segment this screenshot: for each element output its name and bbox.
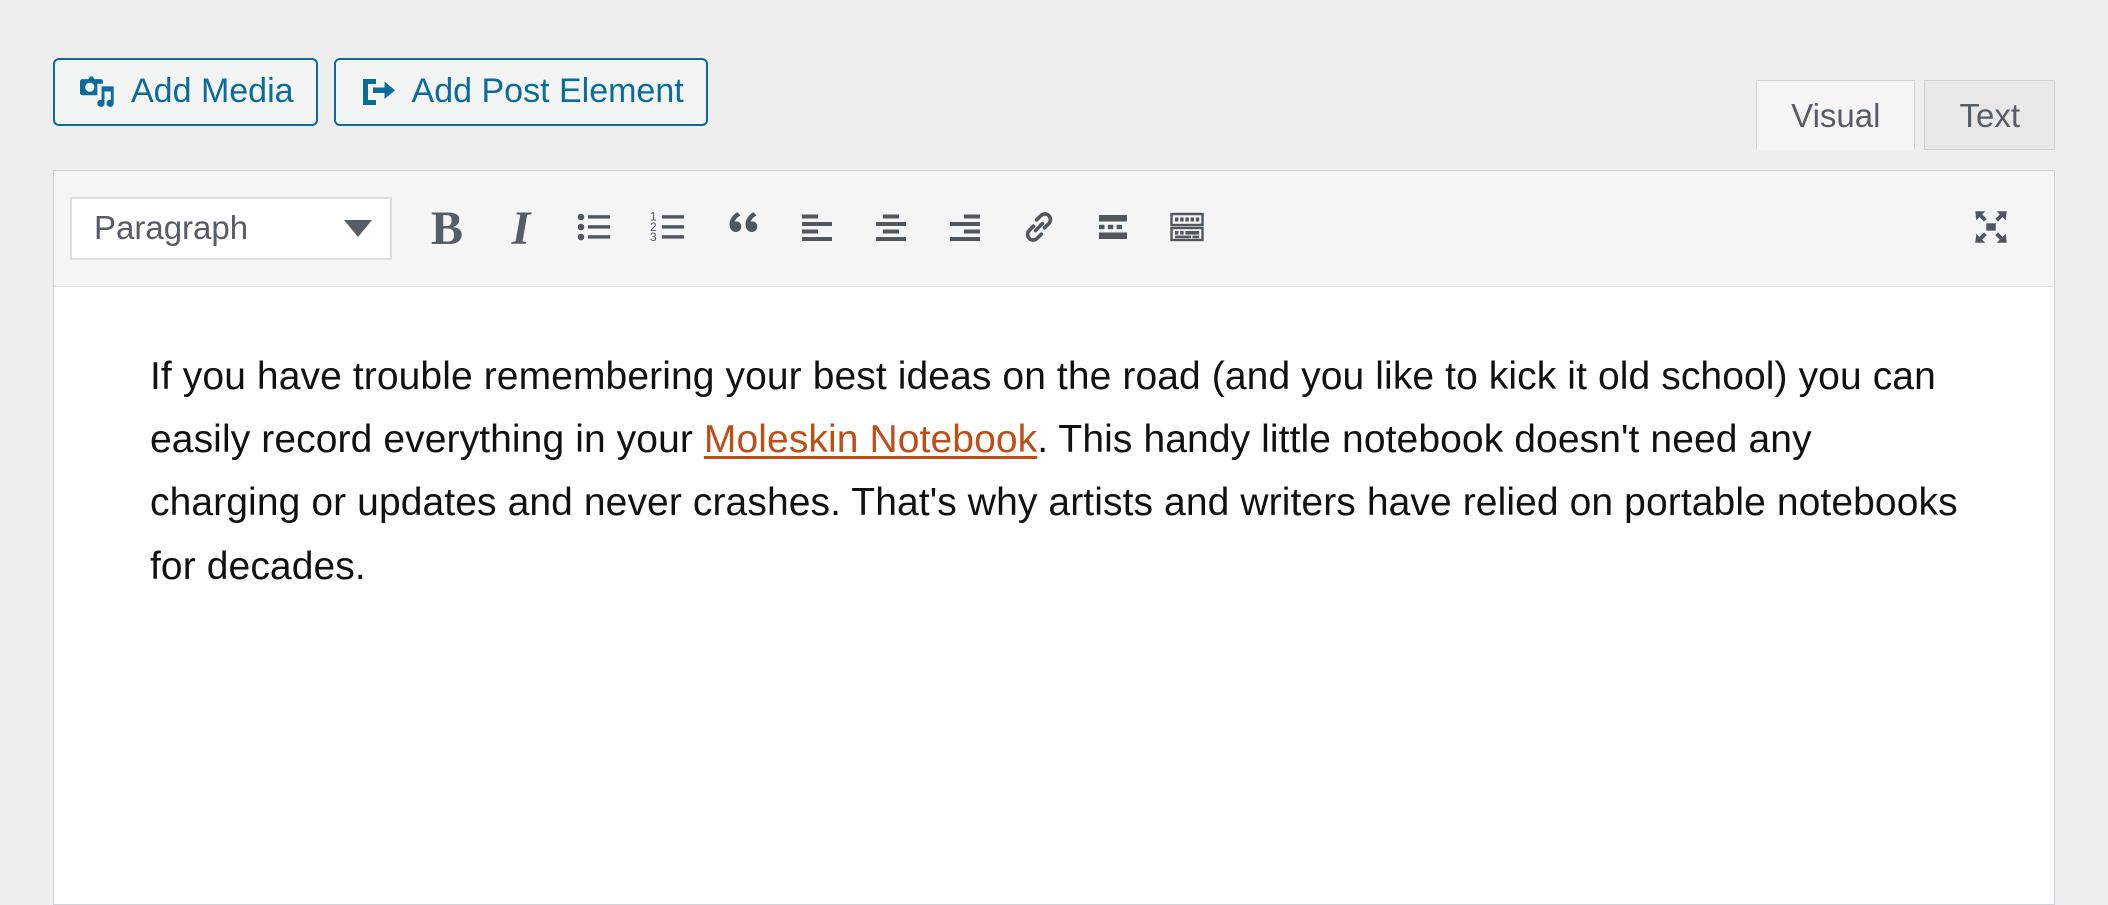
toolbar-buttons: Paragraph B I 1 2 3 <box>70 192 1224 266</box>
italic-button[interactable]: I <box>484 192 558 266</box>
camera-music-media-icon <box>77 72 117 112</box>
chevron-down-icon <box>344 220 372 237</box>
editor-toolbar: Paragraph B I 1 2 3 <box>54 171 2054 287</box>
keyboard-shortcuts-button[interactable] <box>1150 192 1224 266</box>
moleskin-notebook-link[interactable]: Moleskin Notebook <box>704 418 1037 461</box>
tab-text[interactable]: Text <box>1924 80 2055 151</box>
editor-mode-tabs: Visual Text <box>1756 80 2055 151</box>
blockquote-button[interactable] <box>706 192 780 266</box>
align-right-icon <box>945 207 985 250</box>
distraction-free-button[interactable] <box>1954 192 2028 266</box>
add-media-button[interactable]: Add Media <box>53 58 318 126</box>
bulleted-list-icon <box>575 207 615 250</box>
align-center-icon <box>871 207 911 250</box>
add-post-element-button[interactable]: Add Post Element <box>333 58 708 126</box>
bold-button[interactable]: B <box>410 192 484 266</box>
wordpress-classic-editor: Add Media Add Post Element Visual Text P… <box>0 0 2108 905</box>
add-media-label: Add Media <box>131 72 294 110</box>
add-post-element-label: Add Post Element <box>411 72 684 110</box>
numbered-list-button[interactable]: 1 2 3 <box>632 192 706 266</box>
bold-icon: B <box>430 202 463 255</box>
numbered-list-icon: 1 2 3 <box>649 207 689 250</box>
align-center-button[interactable] <box>854 192 928 266</box>
insert-link-button[interactable] <box>1002 192 1076 266</box>
insert-read-more-button[interactable] <box>1076 192 1150 266</box>
read-more-icon <box>1093 207 1133 250</box>
svg-text:3: 3 <box>650 230 657 244</box>
bulleted-list-button[interactable] <box>558 192 632 266</box>
link-icon <box>1019 207 1059 250</box>
editor-container: Paragraph B I 1 2 3 If you have trouble … <box>53 170 2055 905</box>
keyboard-icon <box>1167 207 1207 250</box>
export-arrow-icon <box>358 72 398 112</box>
italic-icon: I <box>511 202 531 255</box>
align-left-button[interactable] <box>780 192 854 266</box>
align-left-icon <box>797 207 837 250</box>
media-button-group: Add Media Add Post Element <box>53 58 708 126</box>
editor-content-area[interactable]: If you have trouble remembering your bes… <box>54 287 2054 598</box>
format-select-value: Paragraph <box>94 209 249 246</box>
distraction-free-fullscreen-icon <box>1970 206 2012 251</box>
blockquote-icon <box>723 205 763 253</box>
align-right-button[interactable] <box>928 192 1002 266</box>
tab-visual[interactable]: Visual <box>1756 80 1916 151</box>
post-paragraph: If you have trouble remembering your bes… <box>150 345 1958 598</box>
format-select[interactable]: Paragraph <box>70 197 392 260</box>
